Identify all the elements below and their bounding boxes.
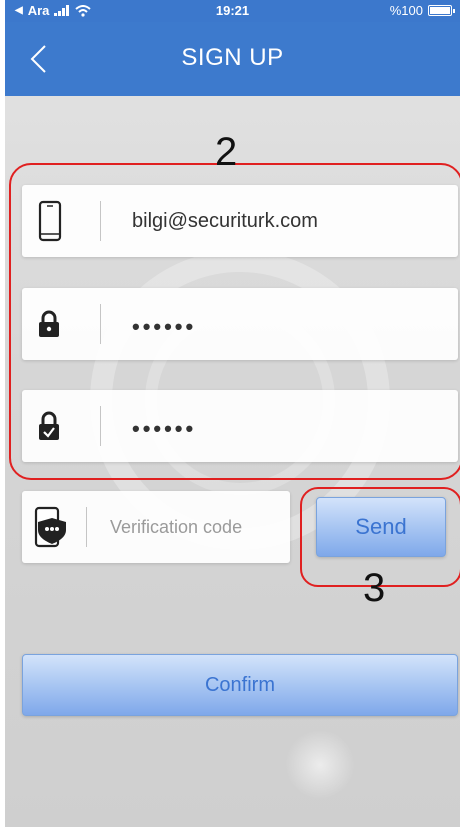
- status-bar: ◀ Ara 19:21 %100: [5, 0, 460, 22]
- confirm-button[interactable]: Confirm: [22, 654, 458, 716]
- phone-shield-icon: [34, 506, 66, 548]
- field-separator: [86, 507, 87, 547]
- verification-field[interactable]: Verification code: [22, 491, 290, 563]
- background-glow-decoration: [285, 730, 355, 800]
- verification-code-input[interactable]: Verification code: [110, 491, 242, 563]
- navigation-bar: SIGN UP: [5, 22, 460, 96]
- status-right: %100: [389, 3, 455, 18]
- page-title: SIGN UP: [181, 44, 284, 71]
- battery-icon: [428, 5, 455, 16]
- send-annotation-number: 3: [363, 566, 386, 610]
- battery-percent: %100: [389, 3, 423, 18]
- fields-annotation-box: [9, 163, 460, 480]
- fields-annotation-number: 2: [215, 130, 238, 174]
- confirm-button-label: Confirm: [204, 674, 275, 696]
- app-screen: ◀ Ara 19:21 %100 SIGN UP bilgi@securitur…: [5, 0, 460, 827]
